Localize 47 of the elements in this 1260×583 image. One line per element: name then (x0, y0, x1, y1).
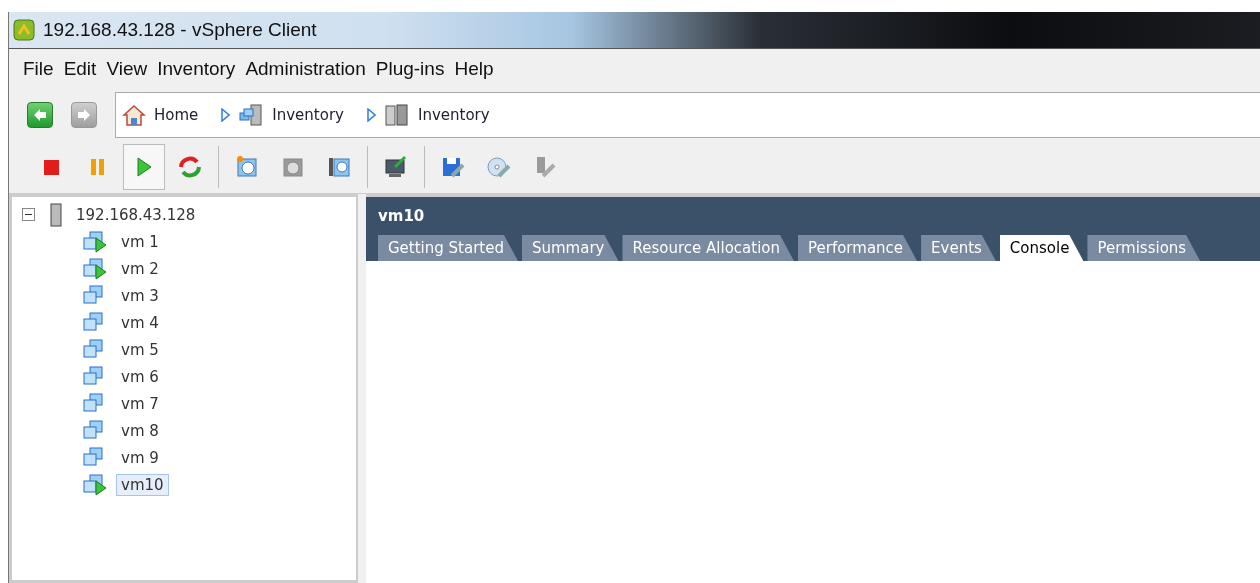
menu-item[interactable]: Plug-ins (371, 58, 449, 80)
tree-item[interactable]: vm 9 (116, 446, 164, 469)
servers-icon (238, 103, 265, 127)
breadcrumb-link[interactable]: Home (154, 106, 199, 124)
tab[interactable]: Summary (522, 235, 619, 261)
tree-item[interactable]: vm 4 (116, 311, 164, 334)
disc-wrench-icon (486, 154, 512, 180)
running-vm-icon (82, 229, 108, 254)
tree-item[interactable]: vm 2 (116, 257, 164, 280)
menu-item[interactable]: Edit (59, 58, 101, 80)
tree-item[interactable]: vm 5 (116, 338, 164, 361)
running-vm-icon (82, 256, 108, 281)
tab[interactable]: Performance (798, 235, 918, 261)
menu-item[interactable]: Administration (241, 58, 370, 80)
running-vm-icon (82, 472, 108, 497)
tree-item[interactable]: vm 6 (116, 365, 164, 388)
breadcrumb-link[interactable]: Inventory (272, 106, 344, 124)
server-icon (49, 202, 63, 227)
menu-item[interactable]: View (102, 58, 152, 80)
tree-item[interactable]: vm 7 (116, 392, 164, 415)
refresh-icon (177, 154, 203, 180)
collapse-toggle[interactable] (22, 208, 35, 221)
tab[interactable]: Events (921, 235, 996, 261)
breadcrumb-link[interactable]: Inventory (417, 106, 490, 124)
arrow-right-icon (76, 107, 92, 123)
menu-item[interactable]: Help (450, 58, 498, 80)
tab[interactable]: Console (999, 235, 1084, 261)
tree-item[interactable]: vm10 (116, 473, 169, 496)
triangle-right-icon (365, 108, 376, 122)
back-button[interactable] (27, 102, 53, 128)
tab[interactable]: Getting Started (378, 235, 518, 261)
triangle-right-icon (220, 108, 231, 122)
tree-item[interactable]: vm 1 (116, 230, 164, 253)
monitor-icon (383, 154, 409, 180)
house-icon (122, 103, 146, 127)
vm-title: vm10 (378, 207, 426, 225)
arrow-left-icon (32, 107, 48, 123)
menu-item[interactable]: File (19, 58, 58, 80)
menu-item[interactable]: Inventory (153, 58, 240, 80)
tab[interactable]: Resource Allocation (622, 235, 794, 261)
tree-item[interactable]: 192.168.43.128 (71, 203, 201, 226)
server-rack-icon (383, 103, 410, 127)
app-logo-icon (13, 19, 35, 41)
window-title: 192.168.43.128 - vSphere Client (43, 19, 317, 41)
tab[interactable]: Permissions (1087, 235, 1201, 261)
tree-item[interactable]: vm 3 (116, 284, 164, 307)
tree-item[interactable]: vm 8 (116, 419, 164, 442)
